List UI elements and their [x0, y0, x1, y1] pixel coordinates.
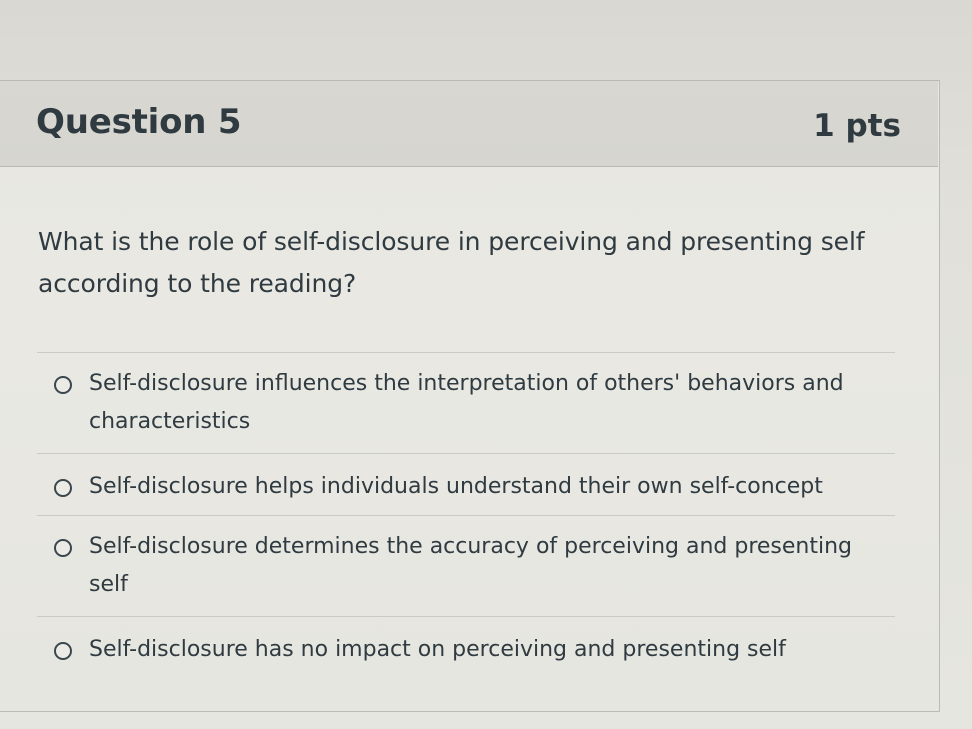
answer-label-3: Self-disclosure determines the accuracy …	[89, 534, 853, 597]
question-title: Question 5	[36, 102, 242, 142]
answer-label-4: Self-disclosure has no impact on perceiv…	[89, 637, 786, 662]
radio-button-icon[interactable]	[54, 642, 72, 660]
question-header: Question 5 1 pts	[0, 81, 938, 167]
quiz-question-card: Question 5 1 pts What is the role of sel…	[0, 80, 940, 712]
answer-option-3[interactable]: Self-disclosure determines the accuracy …	[37, 515, 895, 616]
question-points: 1 pts	[813, 108, 901, 144]
answer-label-1: Self-disclosure influences the interpret…	[89, 371, 844, 434]
answer-label-2: Self-disclosure helps individuals unders…	[89, 474, 823, 499]
radio-button-icon[interactable]	[54, 479, 72, 497]
radio-button-icon[interactable]	[54, 539, 72, 557]
answer-option-1[interactable]: Self-disclosure influences the interpret…	[37, 352, 895, 453]
answer-option-4[interactable]: Self-disclosure has no impact on perceiv…	[37, 616, 895, 714]
answer-list: Self-disclosure influences the interpret…	[37, 352, 895, 714]
radio-button-icon[interactable]	[54, 376, 72, 394]
question-prompt: What is the role of self-disclosure in p…	[38, 227, 865, 298]
answer-option-2[interactable]: Self-disclosure helps individuals unders…	[37, 453, 895, 515]
